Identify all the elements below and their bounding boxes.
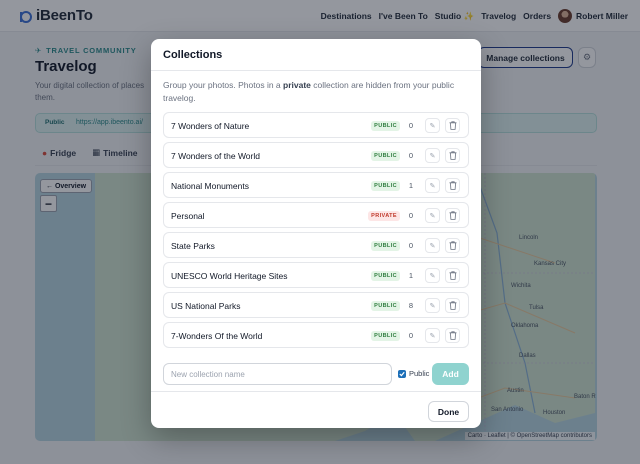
done-button[interactable]: Done [428,401,469,422]
delete-collection-button[interactable] [445,118,460,133]
description-text: Group your photos. Photos in a [163,80,284,90]
trash-icon [449,181,456,190]
delete-collection-button[interactable] [445,238,460,253]
edit-collection-button[interactable]: ✎ [425,148,440,163]
collection-row[interactable]: 7-Wonders Of the World PUBLIC 0 ✎ [163,322,469,348]
checkmark-icon [399,371,405,376]
delete-collection-button[interactable] [445,148,460,163]
visibility-badge: PUBLIC [371,301,400,311]
pencil-icon: ✎ [429,212,436,220]
edit-collection-button[interactable]: ✎ [425,238,440,253]
collection-row[interactable]: Personal PRIVATE 0 ✎ [163,202,469,228]
trash-icon [449,121,456,130]
dialog-header: Collections [151,39,481,71]
photo-count: 8 [408,301,414,310]
delete-collection-button[interactable] [445,208,460,223]
pencil-icon: ✎ [429,152,436,160]
pencil-icon: ✎ [429,302,436,310]
visibility-badge: PUBLIC [371,121,400,131]
trash-icon [449,271,456,280]
delete-collection-button[interactable] [445,178,460,193]
description-emphasis: private [283,80,311,90]
collection-name: UNESCO World Heritage Sites [171,271,288,281]
photo-count: 1 [408,271,414,280]
collection-name: State Parks [171,241,215,251]
visibility-badge: PUBLIC [371,331,400,341]
edit-collection-button[interactable]: ✎ [425,178,440,193]
edit-collection-button[interactable]: ✎ [425,118,440,133]
trash-icon [449,301,456,310]
collection-name: 7 Wonders of Nature [171,121,250,131]
collection-name: 7 Wonders of the World [171,151,260,161]
add-collection-button[interactable]: Add [432,363,469,385]
dialog-description: Group your photos. Photos in a private c… [163,79,473,105]
dialog-title: Collections [163,49,223,61]
collection-list: 7 Wonders of Nature PUBLIC 0 ✎ 7 Wonders of … [163,112,469,352]
visibility-badge: PUBLIC [371,181,400,191]
visibility-badge: PUBLIC [371,241,400,251]
public-checkbox[interactable] [398,369,406,378]
photo-count: 0 [408,121,414,130]
edit-collection-button[interactable]: ✎ [425,298,440,313]
delete-collection-button[interactable] [445,328,460,343]
collection-name: US National Parks [171,301,241,311]
pencil-icon: ✎ [429,332,436,340]
new-collection-name-input[interactable] [163,363,392,385]
photo-count: 0 [408,241,414,250]
pencil-icon: ✎ [429,182,436,190]
collection-row[interactable]: 7 Wonders of the World PUBLIC 0 ✎ [163,142,469,168]
edit-collection-button[interactable]: ✎ [425,328,440,343]
delete-collection-button[interactable] [445,268,460,283]
collection-row[interactable]: UNESCO World Heritage Sites PUBLIC 1 ✎ [163,262,469,288]
trash-icon [449,211,456,220]
edit-collection-button[interactable]: ✎ [425,208,440,223]
visibility-badge: PUBLIC [371,271,400,281]
collection-row[interactable]: 7 Wonders of Nature PUBLIC 0 ✎ [163,112,469,138]
photo-count: 0 [408,211,414,220]
visibility-badge: PUBLIC [371,151,400,161]
public-checkbox-wrapper[interactable]: Public [398,369,429,378]
collection-row[interactable]: US National Parks PUBLIC 8 ✎ [163,292,469,318]
public-checkbox-label: Public [409,369,430,378]
collection-name: National Monuments [171,181,249,191]
pencil-icon: ✎ [429,122,436,130]
collection-row[interactable]: National Monuments PUBLIC 1 ✎ [163,172,469,198]
photo-count: 0 [408,331,414,340]
pencil-icon: ✎ [429,242,436,250]
delete-collection-button[interactable] [445,298,460,313]
pencil-icon: ✎ [429,272,436,280]
trash-icon [449,151,456,160]
photo-count: 1 [408,181,414,190]
collection-name: Personal [171,211,205,221]
edit-collection-button[interactable]: ✎ [425,268,440,283]
trash-icon [449,241,456,250]
new-collection-form: Public Add [163,363,469,385]
visibility-badge: PRIVATE [368,211,400,221]
dialog-footer: Done [151,391,481,428]
collections-dialog: Collections Group your photos. Photos in… [151,39,481,428]
trash-icon [449,331,456,340]
collection-row[interactable]: State Parks PUBLIC 0 ✎ [163,232,469,258]
photo-count: 0 [408,151,414,160]
collection-name: 7-Wonders Of the World [171,331,263,341]
